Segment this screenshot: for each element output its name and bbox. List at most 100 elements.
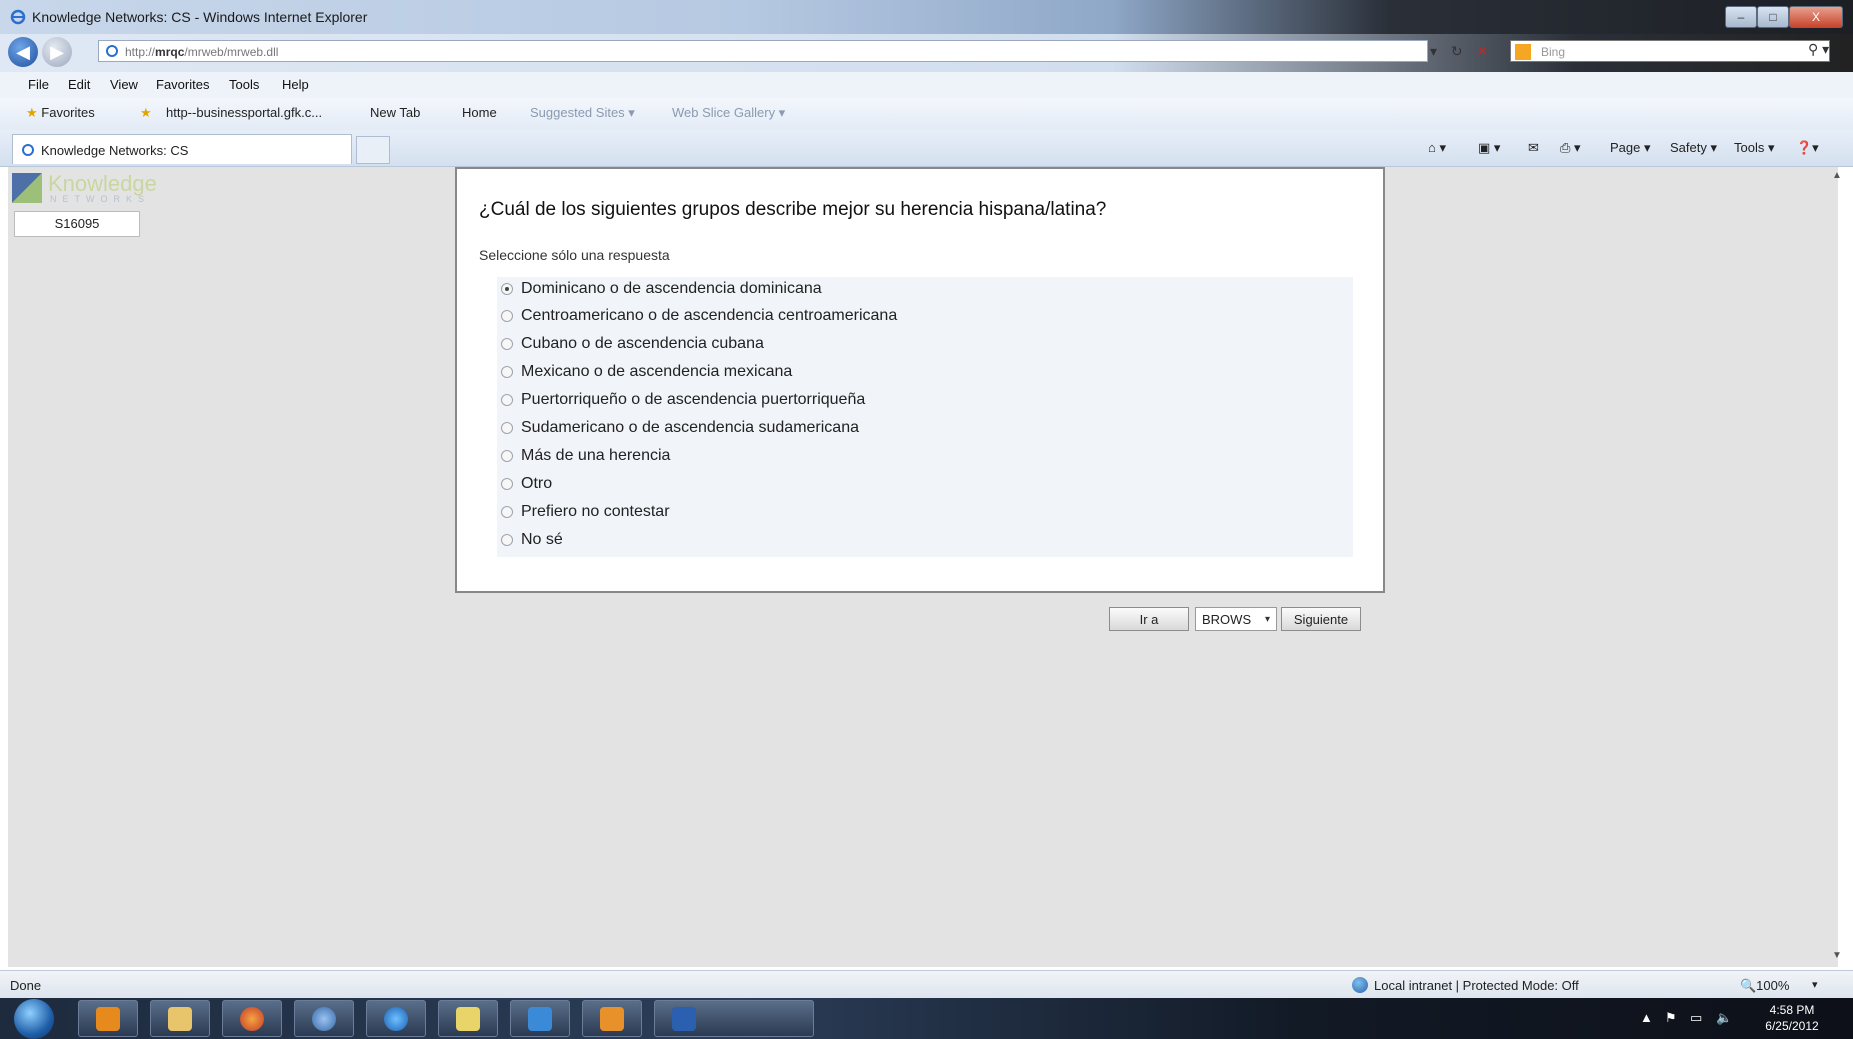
taskbar-lync[interactable] bbox=[510, 1000, 570, 1037]
radio-button[interactable] bbox=[501, 506, 513, 518]
scroll-up-arrow[interactable]: ▲ bbox=[1832, 170, 1842, 181]
star-icon: ★ bbox=[26, 105, 38, 120]
question-panel: ¿Cuál de los siguientes grupos describe … bbox=[455, 167, 1385, 593]
menu-tools[interactable]: Tools bbox=[229, 77, 259, 92]
radio-button[interactable] bbox=[501, 422, 513, 434]
home-icon[interactable]: ⌂ ▾ bbox=[1428, 140, 1446, 156]
security-zone[interactable]: Local intranet | Protected Mode: Off bbox=[1374, 978, 1579, 993]
suggested-sites-link[interactable]: Suggested Sites ▾ bbox=[530, 105, 635, 121]
flag-icon[interactable]: ⚑ bbox=[1665, 1010, 1677, 1026]
menu-file[interactable]: File bbox=[28, 77, 49, 92]
tray-show-icons[interactable]: ▲ bbox=[1640, 1010, 1653, 1025]
goto-button[interactable]: Ir a bbox=[1109, 607, 1189, 631]
menu-bar: File Edit View Favorites Tools Help bbox=[0, 72, 1853, 99]
option-puertorriqueno[interactable]: Puertorriqueño o de ascendencia puertorr… bbox=[497, 388, 1353, 414]
web-slice-gallery-link[interactable]: Web Slice Gallery ▾ bbox=[672, 105, 785, 121]
favorite-link-1[interactable]: http--businessportal.gfk.c... bbox=[166, 105, 322, 120]
favorite-link-home[interactable]: Home bbox=[462, 105, 497, 120]
new-tab-button[interactable] bbox=[356, 136, 390, 164]
option-label: Cubano o de ascendencia cubana bbox=[521, 335, 764, 352]
goto-select-value: BROWS bbox=[1202, 612, 1252, 627]
option-label: Sudamericano o de ascendencia sudamerica… bbox=[521, 419, 859, 436]
address-host: mrqc bbox=[155, 45, 185, 59]
taskbar-app-4[interactable] bbox=[294, 1000, 354, 1037]
taskbar-word[interactable] bbox=[654, 1000, 814, 1037]
safety-menu[interactable]: Safety ▾ bbox=[1670, 140, 1717, 156]
option-label: Otro bbox=[521, 475, 553, 492]
page-menu[interactable]: Page ▾ bbox=[1610, 140, 1651, 156]
search-placeholder: Bing bbox=[1541, 45, 1566, 59]
menu-help[interactable]: Help bbox=[282, 77, 309, 92]
address-bar[interactable]: http://mrqc/mrweb/mrweb.dll bbox=[98, 40, 1428, 62]
option-mexicano[interactable]: Mexicano o de ascendencia mexicana bbox=[497, 360, 1353, 386]
status-text: Done bbox=[10, 978, 42, 993]
menu-favorites[interactable]: Favorites bbox=[156, 77, 209, 92]
search-icon[interactable]: ⚲ ▾ bbox=[1808, 41, 1829, 58]
taskbar-firefox[interactable] bbox=[222, 1000, 282, 1037]
feeds-icon[interactable]: ▣ ▾ bbox=[1478, 140, 1500, 156]
tab-bar: Knowledge Networks: CS ⌂ ▾ ▣ ▾ ✉ ⎙ ▾ Pag… bbox=[0, 130, 1853, 167]
radio-button[interactable] bbox=[501, 534, 513, 546]
forward-button[interactable]: ▶ bbox=[42, 37, 72, 67]
radio-button[interactable] bbox=[501, 394, 513, 406]
radio-button[interactable] bbox=[501, 366, 513, 378]
option-no-se[interactable]: No sé bbox=[497, 528, 1353, 554]
dropdown-icon[interactable]: ▾ bbox=[1430, 43, 1437, 59]
radio-button[interactable] bbox=[501, 450, 513, 462]
minimize-button[interactable]: – bbox=[1725, 6, 1757, 28]
option-cubano[interactable]: Cubano o de ascendencia cubana bbox=[497, 332, 1353, 358]
title-bar: Knowledge Networks: CS - Windows Interne… bbox=[0, 0, 1853, 34]
zoom-level[interactable]: 🔍100% bbox=[1740, 978, 1789, 994]
favorites-button[interactable]: ★ Favorites bbox=[26, 105, 95, 121]
taskbar-internet-explorer[interactable] bbox=[366, 1000, 426, 1037]
menu-view[interactable]: View bbox=[110, 77, 138, 92]
close-button[interactable]: X bbox=[1789, 6, 1843, 28]
intranet-zone-icon bbox=[1352, 977, 1368, 993]
taskbar-media-player[interactable] bbox=[78, 1000, 138, 1037]
maximize-button[interactable]: □ bbox=[1757, 6, 1789, 28]
favorite-link-newtab[interactable]: New Tab bbox=[370, 105, 420, 120]
clock[interactable]: 4:58 PM 6/25/2012 bbox=[1752, 1002, 1832, 1034]
back-button[interactable]: ◀ bbox=[8, 37, 38, 67]
search-input[interactable]: Bing bbox=[1510, 40, 1830, 62]
ie-icon bbox=[10, 9, 26, 25]
option-sudamericano[interactable]: Sudamericano o de ascendencia sudamerica… bbox=[497, 416, 1353, 442]
taskbar-outlook[interactable] bbox=[582, 1000, 642, 1037]
start-button[interactable] bbox=[14, 999, 54, 1039]
radio-button[interactable] bbox=[501, 478, 513, 490]
logo-sub: NETWORKS bbox=[50, 194, 151, 204]
option-prefiero-no[interactable]: Prefiero no contestar bbox=[497, 500, 1353, 526]
tab-ie-icon bbox=[22, 144, 34, 156]
option-mas-de-una[interactable]: Más de una herencia bbox=[497, 444, 1353, 470]
radio-button[interactable] bbox=[501, 338, 513, 350]
question-instruction: Seleccione sólo una respuesta bbox=[479, 247, 670, 263]
option-centroamericano[interactable]: Centroamericano o de ascendencia centroa… bbox=[497, 304, 1353, 330]
menu-edit[interactable]: Edit bbox=[68, 77, 90, 92]
radio-button[interactable] bbox=[501, 283, 513, 295]
volume-icon[interactable]: 🔈 bbox=[1716, 1010, 1732, 1026]
taskbar: ▲ ⚑ ▭ 🔈 4:58 PM 6/25/2012 bbox=[0, 998, 1853, 1039]
add-favorite-icon[interactable]: ★ bbox=[140, 105, 152, 121]
network-icon[interactable]: ▭ bbox=[1690, 1010, 1702, 1026]
print-icon[interactable]: ⎙ ▾ bbox=[1560, 140, 1581, 156]
mail-icon[interactable]: ✉ bbox=[1528, 140, 1539, 156]
option-dominicano[interactable]: Dominicano o de ascendencia dominicana bbox=[497, 277, 1353, 303]
status-bar: Done Local intranet | Protected Mode: Of… bbox=[0, 970, 1853, 999]
option-label: Prefiero no contestar bbox=[521, 503, 670, 520]
tools-menu[interactable]: Tools ▾ bbox=[1734, 140, 1775, 156]
radio-button[interactable] bbox=[501, 310, 513, 322]
help-icon[interactable]: ❓▾ bbox=[1796, 140, 1819, 156]
tab-knowledge-networks[interactable]: Knowledge Networks: CS bbox=[12, 134, 352, 164]
page-content: Knowledge NETWORKS S16095 ¿Cuál de los s… bbox=[8, 167, 1838, 967]
media-player-icon bbox=[96, 1007, 120, 1031]
scroll-down-arrow[interactable]: ▼ bbox=[1832, 950, 1842, 961]
goto-select[interactable]: BROWS ▾ bbox=[1195, 607, 1277, 631]
refresh-icon[interactable]: ↻ bbox=[1451, 43, 1463, 59]
taskbar-explorer[interactable] bbox=[150, 1000, 210, 1037]
option-otro[interactable]: Otro bbox=[497, 472, 1353, 498]
firefox-icon bbox=[240, 1007, 264, 1031]
taskbar-app-6[interactable] bbox=[438, 1000, 498, 1037]
next-button[interactable]: Siguiente bbox=[1281, 607, 1361, 631]
stop-icon[interactable]: ✕ bbox=[1477, 43, 1489, 59]
zoom-dropdown-icon[interactable]: ▾ bbox=[1812, 978, 1818, 991]
